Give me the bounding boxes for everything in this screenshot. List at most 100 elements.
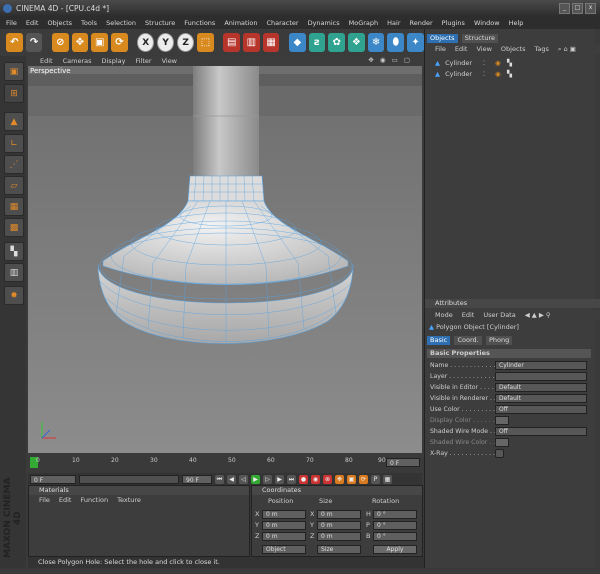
menu-hair[interactable]: Hair xyxy=(387,19,400,27)
cube-icon[interactable]: ◆ xyxy=(288,33,306,52)
deformer-icon[interactable]: ❄ xyxy=(367,33,385,52)
tab-structure[interactable]: Structure xyxy=(461,34,499,43)
visibility-dots-icon[interactable]: ⁚ xyxy=(483,59,485,67)
objects-menu-view[interactable]: View xyxy=(476,45,491,53)
menu-character[interactable]: Character xyxy=(266,19,298,27)
viewport-menu-display[interactable]: Display xyxy=(102,57,126,65)
render-view-icon[interactable]: ▤ xyxy=(223,33,241,52)
coordinate-system-icon[interactable]: ⬚ xyxy=(197,33,214,52)
keyframe-selection-icon[interactable]: ⊗ xyxy=(323,474,332,484)
position-key-icon[interactable]: ✥ xyxy=(335,474,344,484)
object-list-item[interactable]: ▲ Cylinder ⁚ ◉ ▚ xyxy=(435,59,595,69)
tab-objects[interactable]: Objects xyxy=(427,34,458,43)
tweak-mode-icon[interactable]: ▩ xyxy=(4,218,24,237)
menu-plugins[interactable]: Plugins xyxy=(442,19,465,27)
record-icon[interactable]: ● xyxy=(299,474,308,484)
viewport-menu-cameras[interactable]: Cameras xyxy=(63,57,92,65)
live-selection-icon[interactable]: ⊘ xyxy=(51,33,69,52)
start-frame-field[interactable]: 0 F xyxy=(30,474,76,484)
scene-icon[interactable]: ⬮ xyxy=(387,33,405,52)
material-tag-icon[interactable]: ▚ xyxy=(507,59,512,67)
menu-render[interactable]: Render xyxy=(410,19,433,27)
object-name[interactable]: Cylinder xyxy=(445,59,472,67)
size-x-field[interactable]: 0 m xyxy=(317,510,361,519)
name-field[interactable]: Cylinder xyxy=(495,361,587,370)
rot-h-field[interactable]: 0 ° xyxy=(373,510,417,519)
checker-texture-icon[interactable]: ▚ xyxy=(4,242,24,261)
scale-key-icon[interactable]: ▣ xyxy=(347,474,356,484)
menu-selection[interactable]: Selection xyxy=(106,19,136,27)
menu-mograph[interactable]: MoGraph xyxy=(349,19,379,27)
object-name[interactable]: Cylinder xyxy=(445,70,472,78)
shaded-wire-color-swatch[interactable] xyxy=(495,438,509,447)
object-list-item[interactable]: ▲ Cylinder ⁚ ◉ ▚ xyxy=(435,70,595,80)
pos-z-field[interactable]: 0 m xyxy=(262,532,306,541)
undo-icon[interactable]: ↶ xyxy=(6,33,23,52)
model-mode-icon[interactable]: ▣ xyxy=(4,62,24,81)
rot-b-field[interactable]: 0 ° xyxy=(373,532,417,541)
menu-dynamics[interactable]: Dynamics xyxy=(308,19,340,27)
object-mode-icon[interactable]: ⊞ xyxy=(4,84,24,103)
array-icon[interactable]: ❖ xyxy=(348,33,365,52)
minimize-button[interactable]: _ xyxy=(559,3,570,14)
objects-menu-edit[interactable]: Edit xyxy=(455,45,468,53)
snap-icon[interactable]: ✸ xyxy=(4,286,24,305)
menu-file[interactable]: File xyxy=(6,19,17,27)
rotation-key-icon[interactable]: ⟳ xyxy=(359,474,368,484)
viewport-menu-filter[interactable]: Filter xyxy=(135,57,151,65)
current-frame-field[interactable]: 0 F xyxy=(386,458,420,467)
play-icon[interactable]: ▶ xyxy=(251,474,260,484)
next-key-icon[interactable]: ▶ xyxy=(275,474,284,484)
visible-renderer-select[interactable]: Default xyxy=(495,394,587,403)
texture-mode-icon[interactable]: ▲ xyxy=(4,112,24,131)
layer-field[interactable] xyxy=(495,372,587,381)
apply-button[interactable]: Apply xyxy=(373,545,417,554)
axis-mode-icon[interactable]: ∟ xyxy=(4,134,24,153)
maximize-button[interactable]: □ xyxy=(572,3,583,14)
y-axis-button[interactable]: Y xyxy=(157,33,175,52)
shaded-wire-mode-select[interactable]: Off xyxy=(495,427,587,436)
edges-mode-icon[interactable]: ▱ xyxy=(4,176,24,195)
perspective-viewport[interactable]: Perspective xyxy=(28,66,422,453)
redo-icon[interactable]: ↷ xyxy=(25,33,43,52)
points-mode-icon[interactable]: ⋰ xyxy=(4,155,24,174)
timeline-ruler[interactable]: 0 10 20 30 40 50 60 70 80 90 0 F xyxy=(28,453,422,473)
z-axis-button[interactable]: Z xyxy=(177,33,195,52)
viewport-menu-view[interactable]: View xyxy=(162,57,177,65)
menu-help[interactable]: Help xyxy=(509,19,524,27)
use-color-select[interactable]: Off xyxy=(495,405,587,414)
x-axis-button[interactable]: X xyxy=(137,33,155,52)
visibility-dots-icon[interactable]: ⁚ xyxy=(483,70,485,78)
attributes-menu-mode[interactable]: Mode xyxy=(435,311,453,319)
rotate-icon[interactable]: ⟳ xyxy=(111,33,128,52)
end-frame-field[interactable]: 90 F xyxy=(182,474,212,484)
visible-editor-select[interactable]: Default xyxy=(495,383,587,392)
materials-menu-texture[interactable]: Texture xyxy=(117,496,141,504)
attributes-menu-edit[interactable]: Edit xyxy=(462,311,475,319)
prev-key-icon[interactable]: ◀ xyxy=(227,474,236,484)
menu-window[interactable]: Window xyxy=(474,19,500,27)
materials-menu-function[interactable]: Function xyxy=(80,496,108,504)
light-icon[interactable]: ✦ xyxy=(407,33,424,52)
goto-start-icon[interactable]: ⏮ xyxy=(215,474,224,484)
workplane-icon[interactable]: ▥ xyxy=(4,263,24,282)
render-picture-viewer-icon[interactable]: ▥ xyxy=(243,33,260,52)
materials-menu-edit[interactable]: Edit xyxy=(59,496,72,504)
attributes-nav-icons[interactable]: ◀ ▲ ▶ ⚲ xyxy=(525,311,551,319)
render-settings-icon[interactable]: ▦ xyxy=(262,33,280,52)
polygons-mode-icon[interactable]: ▦ xyxy=(4,197,24,216)
autokey-icon[interactable]: ◉ xyxy=(311,474,320,484)
coordinate-mode-select[interactable]: Object xyxy=(262,545,306,554)
tab-coord[interactable]: Coord. xyxy=(454,336,482,345)
size-z-field[interactable]: 0 m xyxy=(317,532,361,541)
menu-functions[interactable]: Functions xyxy=(184,19,215,27)
menu-structure[interactable]: Structure xyxy=(145,19,175,27)
objects-menu-tags[interactable]: Tags xyxy=(534,45,548,53)
materials-menu-file[interactable]: File xyxy=(39,496,50,504)
rot-p-field[interactable]: 0 ° xyxy=(373,521,417,530)
prev-frame-icon[interactable]: ◁ xyxy=(239,474,248,484)
pos-y-field[interactable]: 0 m xyxy=(262,521,306,530)
size-y-field[interactable]: 0 m xyxy=(317,521,361,530)
frame-range-slider[interactable] xyxy=(79,474,179,484)
attributes-menu-user-data[interactable]: User Data xyxy=(483,311,515,319)
